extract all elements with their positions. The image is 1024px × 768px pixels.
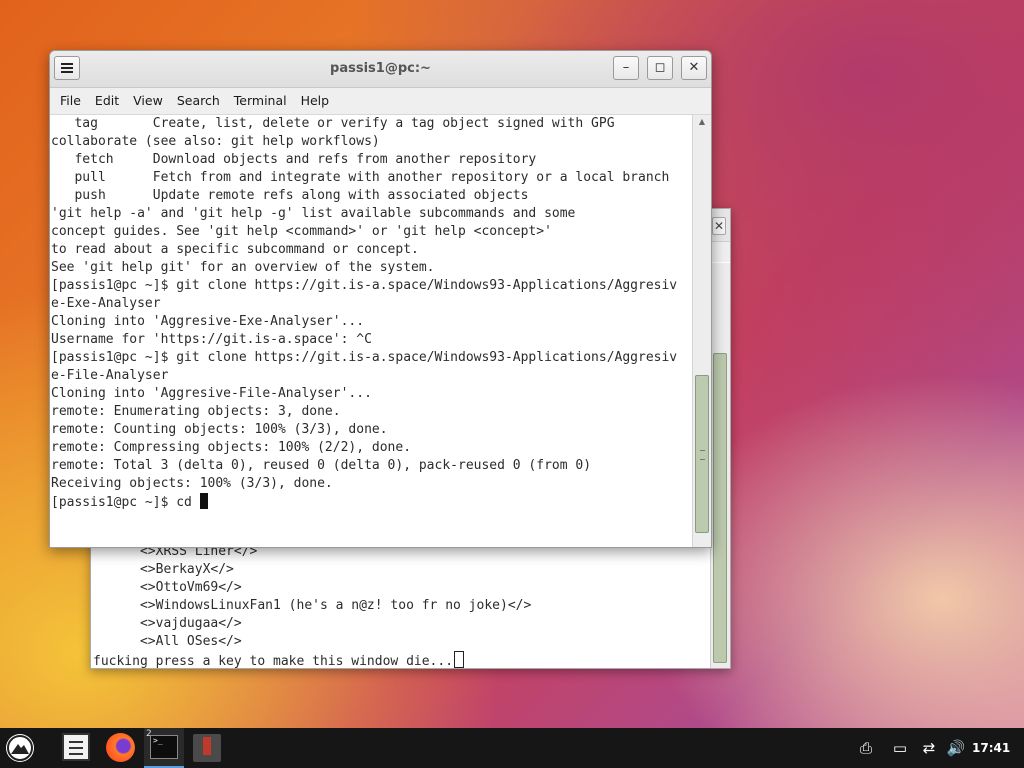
terminal-line: to read about a specific subcommand or c… — [51, 242, 419, 257]
app-taskbar-button[interactable] — [187, 728, 227, 768]
close-icon[interactable]: ✕ — [712, 217, 726, 235]
terminal-line: [passis1@pc ~]$ git clone https://git.is… — [51, 278, 678, 293]
terminal-line: remote: Counting objects: 100% (3/3), do… — [51, 422, 388, 437]
terminal-line: Receiving objects: 100% (3/3), done. — [51, 476, 333, 491]
terminal-line: Username for 'https://git.is-a.space': ^… — [51, 332, 372, 347]
menu-edit[interactable]: Edit — [88, 88, 126, 114]
terminal-line: remote: Compressing objects: 100% (2/2),… — [51, 440, 412, 455]
terminal-line: concept guides. See 'git help <command>'… — [51, 224, 552, 239]
terminal-icon: >_ — [150, 735, 178, 759]
start-menu-icon — [6, 734, 34, 762]
file-manager-button[interactable] — [57, 728, 97, 768]
terminal-line: See 'git help git' for an overview of th… — [51, 260, 435, 275]
background-window-titlebar[interactable]: ✕ — [710, 209, 730, 242]
app-icon — [193, 734, 221, 762]
display-icon[interactable]: ▭ — [890, 728, 910, 768]
file-manager-icon — [62, 733, 90, 761]
terminal-line: Cloning into 'Aggresive-Exe-Analyser'... — [51, 314, 365, 329]
terminal-window[interactable]: passis1@pc:~ – ◻ ✕ File Edit View Search Ter… — [49, 50, 712, 548]
terminal-cursor — [199, 493, 208, 509]
minimize-button[interactable]: – — [613, 56, 639, 80]
printer-icon[interactable]: ⎙ — [856, 728, 876, 768]
terminal-line: remote: Total 3 (delta 0), reused 0 (del… — [51, 458, 592, 473]
start-menu-button[interactable] — [0, 728, 40, 768]
window-titlebar[interactable]: passis1@pc:~ – ◻ ✕ — [50, 51, 711, 88]
shell-prompt: [passis1@pc ~]$ cd — [51, 495, 200, 510]
menu-terminal[interactable]: Terminal — [227, 88, 294, 114]
terminal-output[interactable]: tag Create, list, delete or verify a tag… — [51, 115, 691, 547]
menu-view[interactable]: View — [126, 88, 170, 114]
menu-file[interactable]: File — [53, 88, 88, 114]
terminal-line: <>BerkayX</> — [93, 562, 234, 577]
terminal-line: remote: Enumerating objects: 3, done. — [51, 404, 341, 419]
terminal-line: <>All OSes</> — [93, 634, 242, 649]
background-window-menubar — [710, 242, 730, 262]
terminal-line: fetch Download objects and refs from ano… — [51, 152, 537, 167]
scrollbar-thumb[interactable] — [695, 375, 709, 533]
maximize-button[interactable]: ◻ — [647, 56, 673, 80]
terminal-line: <>OttoVm69</> — [93, 580, 242, 595]
close-button[interactable]: ✕ — [681, 56, 707, 80]
volume-icon[interactable]: 🔊 — [946, 728, 966, 768]
window-title: passis1@pc:~ — [330, 61, 431, 76]
menu-search[interactable]: Search — [170, 88, 227, 114]
firefox-button[interactable] — [100, 728, 140, 768]
clock[interactable]: 17:41 — [972, 728, 1012, 768]
background-scrollbar[interactable] — [710, 263, 730, 668]
terminal-line: 'git help -a' and 'git help -g' list ava… — [51, 206, 576, 221]
menu-help[interactable]: Help — [294, 88, 337, 114]
terminal-prompt-line: fucking press a key to make this window … — [93, 651, 711, 671]
terminal-line: push Update remote refs along with assoc… — [51, 188, 529, 203]
terminal-cursor — [454, 651, 465, 668]
terminal-line: <>WindowsLinuxFan1 (he's a n@z! too fr n… — [93, 598, 532, 613]
terminal-line: collaborate (see also: git help workflow… — [51, 134, 380, 149]
background-terminal-output[interactable]: <>XRSS Liner</> <>BerkayX</> <>OttoVm69<… — [93, 543, 711, 671]
scrollbar[interactable]: ▲ — [692, 115, 711, 547]
terminal-line: Cloning into 'Aggresive-File-Analyser'..… — [51, 386, 372, 401]
terminal-line: <>vajdugaa</> — [93, 616, 242, 631]
terminal-line: tag Create, list, delete or verify a tag… — [51, 116, 615, 131]
terminal-line: [passis1@pc ~]$ git clone https://git.is… — [51, 350, 678, 365]
menubar: File Edit View Search Terminal Help — [50, 88, 711, 115]
prompt-text: fucking press a key to make this window … — [93, 654, 454, 669]
terminal-line: e-File-Analyser — [51, 368, 169, 383]
terminal-taskbar-button[interactable]: 2 >_ — [144, 728, 184, 768]
scroll-up-icon[interactable]: ▲ — [696, 117, 708, 127]
grip-icon — [700, 450, 705, 460]
terminal-line: pull Fetch from and integrate with anoth… — [51, 170, 670, 185]
background-scrollbar-thumb[interactable] — [713, 353, 727, 663]
terminal-prompt-line[interactable]: [passis1@pc ~]$ cd — [51, 493, 691, 512]
terminal-line: e-Exe-Analyser — [51, 296, 161, 311]
firefox-icon — [106, 733, 135, 762]
taskbar: 2 >_ ⎙ ▭ ⇄ 🔊 17:41 — [0, 728, 1024, 768]
network-icon[interactable]: ⇄ — [919, 728, 939, 768]
